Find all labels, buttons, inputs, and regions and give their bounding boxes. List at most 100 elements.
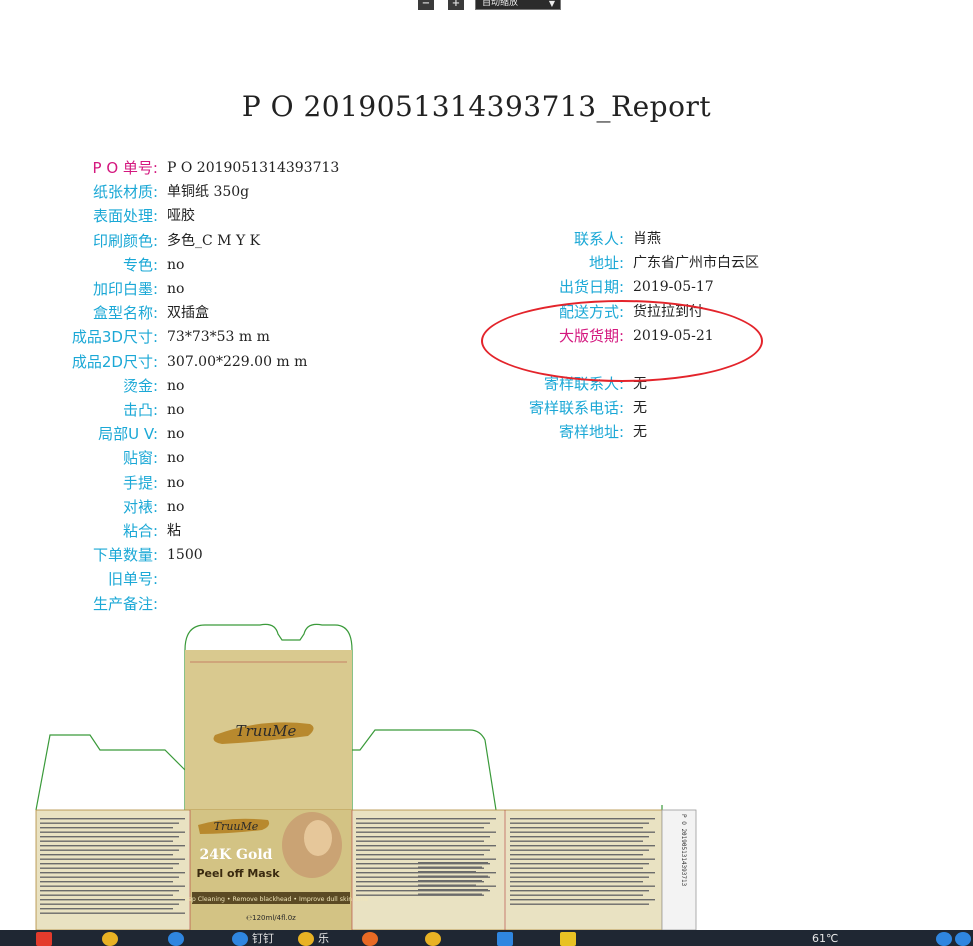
field-label: 表面处理: (92, 207, 158, 226)
field-label: P O 单号: (92, 159, 158, 177)
report-title: P O 2019051314393713_Report (241, 90, 712, 123)
fine-print-line (510, 885, 655, 887)
app-icon-1[interactable] (36, 932, 52, 946)
fine-print-line (40, 885, 185, 887)
tray-icon-2[interactable] (955, 932, 971, 946)
fine-print-line (40, 908, 173, 910)
chevron-down-icon: ▼ (548, 0, 555, 8)
app-icon-5[interactable] (298, 932, 314, 946)
field-row: 粘合: 粘 (0, 520, 973, 542)
field-value: 1500 (167, 547, 203, 564)
zoom-in-button[interactable]: + (448, 0, 464, 10)
fine-print-line (510, 863, 649, 865)
field-value: 哑胶 (167, 208, 195, 225)
field-row: P O 单号: P O 2019051314393713 (0, 157, 973, 179)
highlight-ellipse (481, 300, 763, 382)
fine-print-line (40, 867, 173, 869)
field-label: 粘合: (122, 522, 158, 540)
fine-print-line (510, 890, 649, 892)
field-value: 2019-05-17 (633, 279, 714, 296)
field-row: 地址: 广东省广州市白云区 (0, 252, 973, 274)
taskbar-item-label-1: 钉钉 (252, 932, 274, 945)
fine-print-line (40, 881, 173, 883)
temperature-readout: 61℃ (812, 932, 839, 945)
chrome-icon[interactable] (102, 932, 118, 946)
dingtalk-icon[interactable] (232, 932, 248, 946)
field-value: 广东省广州市白云区 (633, 255, 759, 272)
fine-print-line (40, 854, 173, 856)
app-icon-7[interactable] (425, 932, 441, 946)
zoom-value: 自动缩放 (482, 0, 519, 8)
fine-print-line (356, 849, 490, 851)
fine-print-line (40, 899, 185, 901)
fine-print-line (510, 867, 643, 869)
field-label: 地址: (588, 254, 624, 273)
product-name-line2: Peel off Mask (196, 867, 280, 880)
fine-print-line (510, 845, 655, 847)
field-value: 无 (633, 400, 647, 417)
field-label: 对裱: (122, 497, 158, 516)
fine-print-line (418, 893, 482, 895)
field-value: no (167, 450, 185, 467)
field-label: 旧单号: (107, 570, 158, 589)
fine-print-line (418, 880, 482, 882)
app-icon-8[interactable] (497, 932, 513, 946)
taskbar-item-label-2: 乐 (318, 932, 329, 945)
zoom-out-button[interactable]: − (418, 0, 434, 10)
fine-print-line (40, 890, 179, 892)
brand-logo-top: TruuMe (236, 722, 297, 740)
field-row: 手提: no (0, 472, 973, 494)
fine-print-line (510, 836, 649, 838)
app-icon-6[interactable] (362, 932, 378, 946)
fine-print-line (510, 854, 643, 856)
fine-print-line (510, 822, 649, 824)
fine-print-line (356, 840, 484, 842)
fine-print-line (510, 849, 649, 851)
fine-print-line (418, 884, 476, 886)
zoom-select[interactable]: 自动缩放 ▼ (475, 0, 561, 10)
side-code: P O 2019051314393713 (680, 814, 687, 887)
brand-logo-front: TruuMe (214, 820, 259, 833)
fine-print-line (510, 872, 655, 874)
field-row: 寄样联系电话: 无 (0, 397, 973, 419)
field-row: 寄样联系人: 无 (0, 373, 973, 395)
field-value: 307.00*229.00 m m (167, 353, 308, 370)
fine-print-line (40, 827, 173, 829)
field-row: 对裱: no (0, 496, 973, 518)
fine-print-line (40, 894, 173, 896)
field-label: 成品2D尺寸: (71, 352, 158, 371)
fine-print-line (510, 894, 643, 896)
fine-print-line (40, 849, 179, 851)
field-value: 肖燕 (633, 231, 661, 247)
field-value: 单铜纸 350g (167, 184, 250, 201)
fine-print-line (510, 903, 649, 905)
fine-print-line (510, 899, 655, 901)
folder-icon[interactable] (560, 932, 576, 946)
pdf-toolbar: − + 自动缩放 ▼ (0, 0, 973, 11)
fine-print-line (418, 862, 488, 864)
app-icon-3[interactable] (168, 932, 184, 946)
fine-print-line (40, 876, 179, 878)
field-row: 贴窗: no (0, 447, 973, 469)
field-label: 下单数量: (92, 546, 158, 565)
field-row: 配送方式: 货拉拉到付 (0, 301, 973, 323)
fine-print-line (40, 858, 185, 860)
fine-print-line (510, 818, 655, 820)
fine-print-line (40, 818, 185, 820)
product-name-line1: 24K Gold (200, 847, 273, 863)
fine-print-line (418, 889, 488, 891)
tray-icon-1[interactable] (936, 932, 952, 946)
fine-print-line (510, 881, 643, 883)
field-row: 成品2D尺寸: 307.00*229.00 m m (0, 351, 973, 373)
glue-flap (661, 809, 697, 930)
field-label: 寄样地址: (558, 423, 624, 442)
field-value: no (167, 474, 185, 491)
fine-print-line (418, 866, 482, 868)
field-value: no (167, 498, 185, 515)
field-row: 表面处理: 哑胶 (0, 205, 973, 227)
fine-print-line (510, 876, 649, 878)
field-row: 纸张材质: 单铜纸 350g (0, 181, 973, 203)
fine-print-line (40, 912, 185, 914)
fine-print-line (418, 875, 488, 877)
volume-text: ℮120ml/4fl.0z (246, 914, 296, 922)
